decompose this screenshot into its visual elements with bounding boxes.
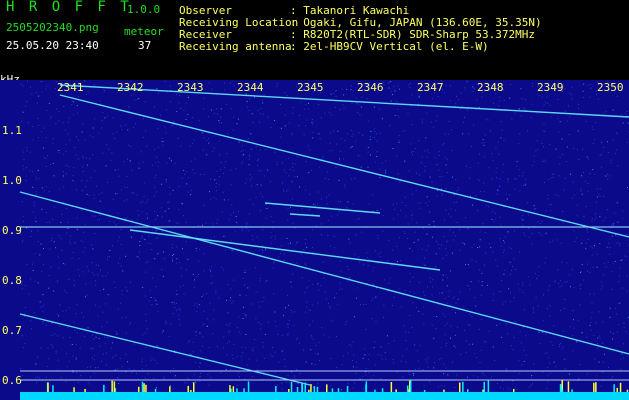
observation-datetime: 25.05.20 23:40 [6, 39, 99, 52]
time-tick: 2346 [357, 81, 384, 94]
freq-tick: 0.9 [2, 224, 22, 237]
time-tick: 2343 [177, 81, 204, 94]
time-tick: 2350 [597, 81, 624, 94]
app-title: H R O F F T [6, 0, 132, 15]
freq-tick: 1.0 [2, 174, 22, 187]
antenna-value: : 2el-HB9CV Vertical (el. E-W) [290, 40, 489, 53]
meteor-label: meteor [124, 25, 164, 38]
time-tick: 2347 [417, 81, 444, 94]
time-tick: 2345 [297, 81, 324, 94]
freq-tick: 0.8 [2, 274, 22, 287]
time-tick: 2342 [117, 81, 144, 94]
time-tick: 2349 [537, 81, 564, 94]
app-version: 1.0.0 [127, 3, 161, 16]
time-tick: 2348 [477, 81, 504, 94]
freq-tick: 0.6 [2, 374, 22, 387]
hroft-window: H R O F F T 1.0.0 2505202340.png meteor … [0, 0, 629, 400]
freq-tick: 0.7 [2, 324, 22, 337]
time-tick: 2341 [57, 81, 84, 94]
meteor-count: 37 [138, 39, 152, 52]
antenna-label: Receiving antenna [179, 40, 292, 53]
image-filename: 2505202340.png [6, 21, 99, 34]
time-tick: 2344 [237, 81, 264, 94]
freq-tick: 1.1 [2, 124, 22, 137]
spectrogram [0, 80, 629, 400]
